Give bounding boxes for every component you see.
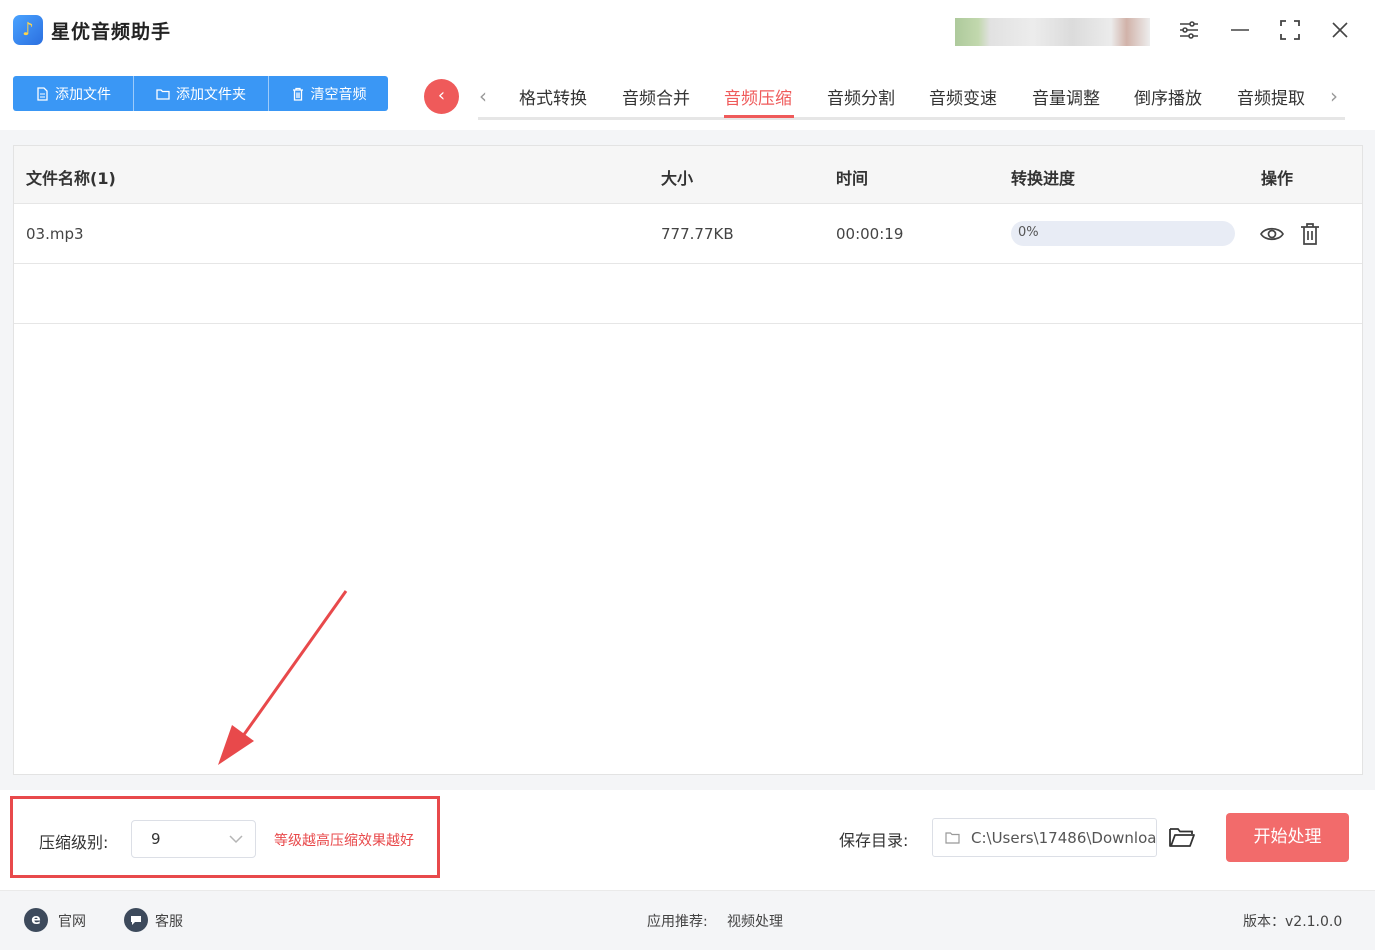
- user-avatar-blurred[interactable]: [955, 18, 1150, 46]
- add-file-button[interactable]: 添加文件: [13, 76, 133, 111]
- tab-audio-merge[interactable]: 音频合并: [622, 84, 690, 109]
- header-name: 文件名称(1): [26, 169, 116, 188]
- app-title: 星优音频助手: [51, 21, 172, 43]
- header-size: 大小: [661, 169, 694, 188]
- compression-hint: 等级越高压缩效果越好: [274, 833, 414, 849]
- recommend-link[interactable]: 视频处理: [727, 911, 783, 931]
- chevron-down-icon: [229, 829, 243, 853]
- folder-icon: [156, 88, 170, 100]
- tab-audio-extract[interactable]: 音频提取: [1237, 84, 1305, 109]
- progress-bar: 0%: [1011, 221, 1235, 246]
- file-icon: [37, 86, 48, 101]
- recommend-label: 应用推荐:: [647, 914, 708, 930]
- annotation-arrow: [218, 590, 348, 765]
- title-bar: ♪ 星优音频助手: [0, 0, 1375, 60]
- website-link[interactable]: 官网: [58, 911, 86, 931]
- add-file-label: 添加文件: [55, 86, 111, 103]
- header-time: 时间: [836, 169, 869, 188]
- tab-audio-speed[interactable]: 音频变速: [929, 84, 997, 109]
- tab-scroll-right-icon[interactable]: ›: [1330, 84, 1338, 108]
- file-size: 777.77KB: [661, 225, 734, 243]
- version-text: 版本：v2.1.0.0: [1243, 914, 1343, 930]
- back-icon[interactable]: ‹: [424, 79, 459, 114]
- open-folder-icon[interactable]: [1168, 825, 1196, 849]
- website-icon[interactable]: e: [24, 908, 48, 932]
- add-folder-label: 添加文件夹: [176, 86, 246, 103]
- function-tabs: 格式转换 音频合并 音频压缩 音频分割 音频变速 音量调整 倒序播放 音频提取: [478, 80, 1345, 120]
- tab-volume-adjust[interactable]: 音量调整: [1032, 84, 1100, 109]
- header-actions: 操作: [1261, 169, 1294, 188]
- progress-text: 0%: [1018, 225, 1039, 240]
- compression-level-select[interactable]: 9: [131, 820, 256, 858]
- tab-format-convert[interactable]: 格式转换: [519, 84, 587, 109]
- save-dir-label: 保存目录:: [839, 831, 909, 850]
- delete-trash-icon[interactable]: [1297, 222, 1323, 246]
- table-header: 文件名称(1) 大小 时间 转换进度 操作: [14, 146, 1362, 204]
- close-icon[interactable]: [1328, 18, 1352, 42]
- sliders-icon[interactable]: [1177, 18, 1201, 42]
- support-link[interactable]: 客服: [155, 911, 183, 931]
- start-process-button[interactable]: 开始处理: [1226, 813, 1349, 862]
- minimize-icon[interactable]: [1228, 18, 1252, 42]
- tab-reverse-play[interactable]: 倒序播放: [1134, 84, 1202, 109]
- save-dir-input[interactable]: C:\Users\17486\Downloads: [932, 818, 1157, 857]
- add-folder-button[interactable]: 添加文件夹: [133, 76, 268, 111]
- clear-audio-label: 清空音频: [310, 86, 367, 103]
- empty-table-row: [14, 264, 1362, 324]
- tab-audio-split[interactable]: 音频分割: [827, 84, 895, 109]
- trash-icon: [292, 87, 303, 101]
- preview-eye-icon[interactable]: [1259, 222, 1285, 246]
- save-dir-value: C:\Users\17486\Downloads: [971, 829, 1157, 847]
- file-button-group: 添加文件 添加文件夹 清空音频: [13, 76, 388, 111]
- chat-support-icon[interactable]: [124, 908, 148, 932]
- app-logo: ♪: [13, 15, 43, 45]
- compression-level-value: 9: [151, 830, 161, 848]
- header-progress: 转换进度: [1011, 169, 1076, 188]
- maximize-icon[interactable]: [1278, 18, 1302, 42]
- clear-audio-button[interactable]: 清空音频: [268, 76, 388, 111]
- compression-level-label: 压缩级别:: [39, 833, 109, 852]
- file-duration: 00:00:19: [836, 225, 904, 243]
- file-name: 03.mp3: [26, 225, 84, 243]
- tab-audio-compress[interactable]: 音频压缩: [724, 84, 792, 109]
- table-row[interactable]: 03.mp3 777.77KB 00:00:19 0%: [14, 204, 1362, 264]
- folder-small-icon: [945, 832, 960, 844]
- active-tab-indicator: [724, 115, 794, 118]
